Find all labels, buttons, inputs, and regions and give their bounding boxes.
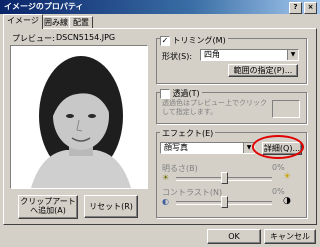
cancel-button[interactable]: キャンセル: [264, 229, 316, 244]
tab-image[interactable]: イメージ: [3, 14, 43, 29]
range-button[interactable]: 範囲の指定(P)...: [228, 64, 298, 77]
contrast-label: コントラスト(N): [162, 188, 223, 197]
title-bar: イメージのプロパティ ? ×: [0, 0, 320, 14]
contrast-slider[interactable]: [220, 196, 228, 208]
shape-value: 四角: [204, 50, 220, 59]
add-to-clipart-line2: へ追加(A): [30, 206, 66, 215]
contrast-value: 0%: [272, 187, 285, 196]
highlight-circle: [252, 135, 304, 159]
trimming-checkbox[interactable]: ✓: [160, 35, 170, 46]
reset-button[interactable]: リセット(R): [84, 195, 138, 218]
contrast-high-icon: ◑: [283, 196, 291, 206]
preview-image[interactable]: [10, 45, 148, 189]
add-to-clipart-button[interactable]: クリップアート へ追加(A): [18, 195, 78, 219]
portrait-photo: [11, 46, 147, 188]
brightness-slider[interactable]: [220, 172, 228, 184]
transparent-color-swatch: [272, 100, 300, 118]
shape-label: 形状(S):: [162, 52, 193, 61]
tab-border[interactable]: 囲み線: [40, 16, 72, 28]
contrast-low-icon: ◐: [162, 197, 169, 206]
shape-select[interactable]: 四角 ▼: [200, 49, 299, 61]
help-button[interactable]: ?: [289, 2, 302, 14]
brightness-low-icon: ☀: [162, 173, 170, 182]
transparent-checkbox[interactable]: [160, 88, 170, 99]
trimming-label: トリミング(M): [172, 36, 226, 45]
transparent-description: 透過色はプレビュー上でクリックして指定します。: [162, 99, 267, 116]
window-title: イメージのプロパティ: [4, 2, 84, 11]
ok-button[interactable]: OK: [207, 229, 261, 244]
brightness-high-icon: ☀: [283, 172, 292, 182]
close-icon[interactable]: ×: [304, 2, 317, 14]
effect-value: 顔写真: [164, 143, 188, 152]
effect-label: エフェクト(E): [160, 128, 216, 139]
chevron-down-icon: ▼: [287, 50, 298, 60]
preview-label: プレビュー:: [12, 34, 55, 43]
transparent-header: 透過(T): [160, 88, 202, 99]
transparent-label: 透過(T): [172, 89, 200, 98]
effect-select[interactable]: 顔写真 ▼: [160, 142, 255, 154]
brightness-value: 0%: [272, 163, 285, 172]
trimming-header: ✓ トリミング(M): [160, 35, 228, 46]
add-to-clipart-line1: クリップアート: [20, 197, 76, 206]
preview-filename: DSCN5154.JPG: [56, 33, 116, 42]
tab-layout[interactable]: 配置: [69, 16, 93, 28]
